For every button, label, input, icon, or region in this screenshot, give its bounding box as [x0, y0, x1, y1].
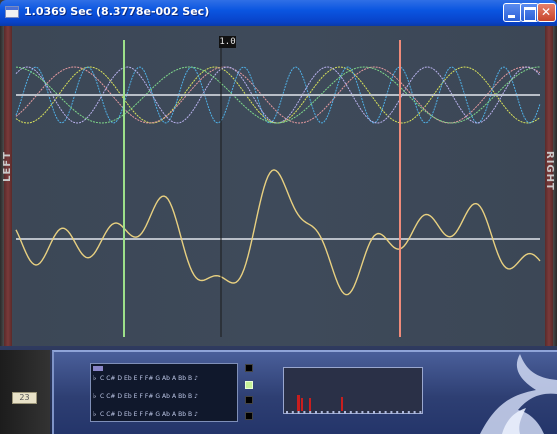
note-cell[interactable]: Eb	[124, 373, 132, 384]
note-cell[interactable]: F#	[145, 409, 153, 420]
spectrum-tick	[338, 411, 341, 414]
note-cell[interactable]: F	[139, 409, 142, 420]
spectrum-tick	[419, 411, 422, 414]
note-cell[interactable]: C#	[106, 409, 115, 420]
spectrum-tick	[303, 411, 306, 414]
center-marker-label: 1.0	[219, 36, 236, 48]
spectrum-tick	[367, 411, 370, 414]
combined-waveform	[15, 169, 541, 296]
note-grid-swatch	[93, 366, 103, 371]
close-button[interactable]	[537, 3, 556, 22]
note-cell[interactable]: B	[188, 373, 192, 384]
note-cell[interactable]: G	[155, 409, 160, 420]
note-clef-icon: ♭	[93, 392, 97, 400]
note-cell[interactable]: E	[134, 391, 138, 402]
waveform-canvas	[15, 40, 541, 337]
note-cell[interactable]: E	[134, 373, 138, 384]
note-cell[interactable]: C	[100, 409, 104, 420]
note-cell[interactable]: C	[100, 373, 104, 384]
spectrum-bar	[297, 395, 300, 411]
note-cell[interactable]: Ab	[162, 409, 170, 420]
oscilloscope-display[interactable]: LEFT RIGHT 1.0	[0, 26, 557, 346]
spectrum-tick	[413, 411, 416, 414]
spectrum-tick	[320, 411, 323, 414]
note-row[interactable]: ♭ C C# D Eb E F F# G Ab A Bb B ♪	[93, 372, 237, 384]
spectrum-bars	[286, 395, 422, 414]
note-grid[interactable]: ♭ C C# D Eb E F F# G Ab A Bb B ♪ ♭ C C# D Eb E F F# G Ab A Bb B ♪ …	[90, 363, 238, 422]
spectrum-tick	[297, 411, 300, 414]
note-cell[interactable]: D	[117, 373, 122, 384]
note-cell[interactable]: A	[172, 391, 176, 402]
note-cell[interactable]: Eb	[124, 391, 132, 402]
spectrum-tick	[361, 411, 364, 414]
note-cell[interactable]: Eb	[124, 409, 132, 420]
spectrum-tick	[349, 411, 352, 414]
note-cell[interactable]: G	[155, 391, 160, 402]
note-cell[interactable]: A	[172, 373, 176, 384]
note-cell[interactable]: Bb	[178, 391, 186, 402]
note-cell[interactable]: F#	[145, 373, 153, 384]
note-cell[interactable]: E	[134, 409, 138, 420]
note-cell[interactable]: F#	[145, 391, 153, 402]
note-cell[interactable]: C#	[106, 373, 115, 384]
spectrum-tick	[344, 411, 346, 414]
note-end-icon: ♪	[194, 375, 198, 382]
note-cell[interactable]: Bb	[178, 373, 186, 384]
app-icon	[5, 6, 19, 18]
spectrum-bar	[301, 398, 303, 411]
note-row[interactable]: ♭ C C# D Eb E F F# G Ab A Bb B ♪	[93, 390, 237, 402]
spectrum-tick	[291, 411, 294, 414]
note-cell[interactable]: A	[172, 409, 176, 420]
note-cell[interactable]: B	[188, 391, 192, 402]
spectrum-tick	[286, 411, 288, 414]
note-cell[interactable]: Ab	[162, 373, 170, 384]
window-title: 1.0369 Sec (8.3778e-002 Sec)	[24, 5, 210, 18]
note-cell[interactable]: Ab	[162, 391, 170, 402]
note-cell[interactable]: G	[155, 373, 160, 384]
note-cell[interactable]: C	[100, 391, 104, 402]
spectrum-tick	[315, 411, 317, 414]
note-cell[interactable]: B	[188, 409, 192, 420]
indicator-led-active[interactable]	[245, 381, 253, 389]
note-cell[interactable]: F	[139, 391, 142, 402]
frame-counter: 23	[12, 392, 37, 404]
spectrum-bar	[309, 398, 311, 411]
spectrum-tick	[390, 411, 393, 414]
note-cell[interactable]: Bb	[178, 409, 186, 420]
spectrum-tick	[373, 411, 375, 414]
spectrum-tick	[326, 411, 329, 414]
spectrum-tick	[332, 411, 335, 414]
note-cell[interactable]: D	[117, 409, 122, 420]
note-cell[interactable]: C#	[106, 391, 115, 402]
indicator-led[interactable]	[245, 396, 253, 404]
spectrum-tick	[378, 411, 381, 414]
brand-swoosh-logo	[480, 354, 557, 434]
spectrum-bar	[341, 397, 343, 411]
spectrum-ticks	[286, 411, 422, 414]
note-row[interactable]: ♭ C C# D Eb E F F# G Ab A Bb B ♪	[93, 408, 237, 420]
spectrum-tick	[309, 411, 312, 414]
note-cell[interactable]: F	[139, 373, 142, 384]
note-cell[interactable]: D	[117, 391, 122, 402]
spectrum-tick	[407, 411, 410, 414]
spectrum-tick	[396, 411, 399, 414]
spectrum-tick	[384, 411, 387, 414]
spectrum-meter	[283, 367, 423, 414]
indicator-led[interactable]	[245, 364, 253, 372]
note-clef-icon: ♭	[93, 410, 97, 418]
window-titlebar[interactable]: 1.0369 Sec (8.3778e-002 Sec)	[0, 0, 557, 26]
note-end-icon: ♪	[194, 411, 198, 418]
spectrum-tick	[355, 411, 358, 414]
note-end-icon: ♪	[194, 393, 198, 400]
note-clef-icon: ♭	[93, 374, 97, 382]
indicator-led[interactable]	[245, 412, 253, 420]
spectrum-tick	[402, 411, 404, 414]
